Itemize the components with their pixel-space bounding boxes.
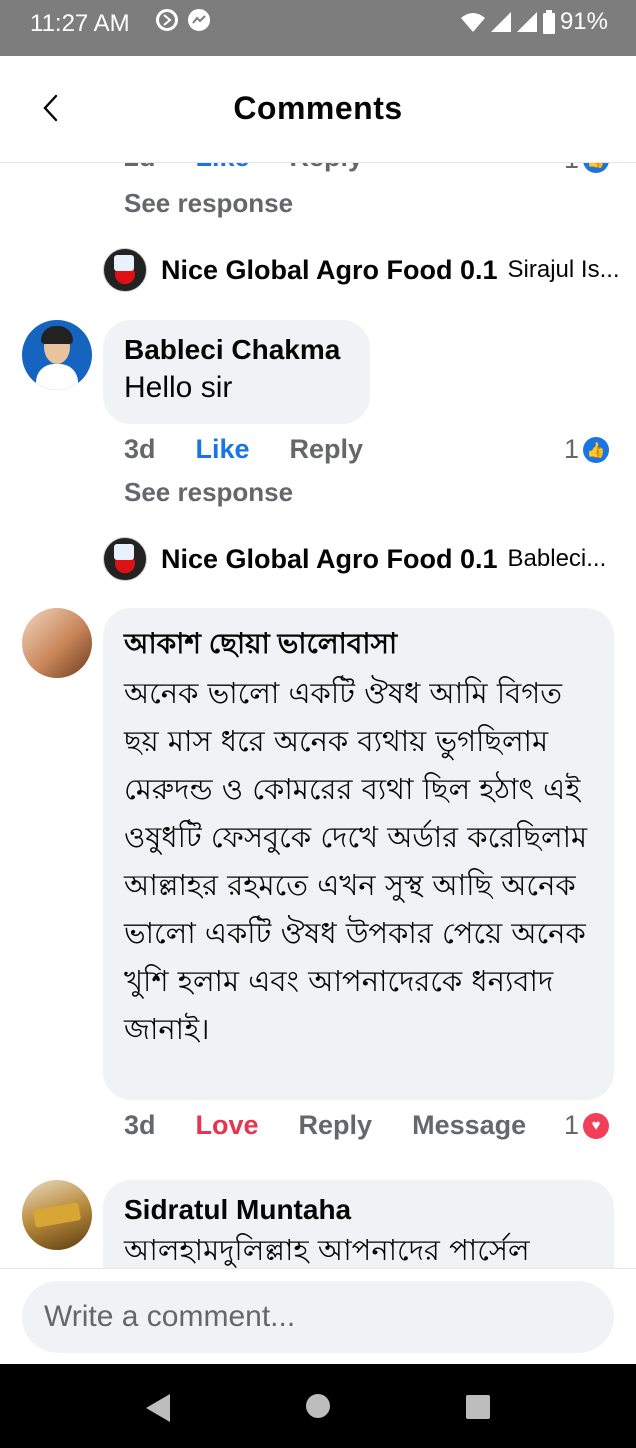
page-avatar	[103, 248, 147, 292]
comment-author[interactable]: আকাশ ছোয়া ভালোবাসা	[124, 622, 592, 669]
recents-square-icon[interactable]	[466, 1395, 490, 1419]
battery-level: 91%	[559, 8, 608, 35]
page-name: Nice Global Agro Food 0.1	[161, 543, 498, 574]
avatar[interactable]	[22, 320, 92, 390]
battery-icon	[542, 10, 555, 34]
avatar[interactable]	[22, 608, 92, 678]
comment-input[interactable]	[22, 1281, 614, 1353]
reaction-count[interactable]: 1 ♥	[564, 1110, 610, 1141]
signal-icon	[516, 12, 537, 32]
back-triangle-icon[interactable]	[146, 1394, 170, 1422]
reaction-count[interactable]: 1 👍	[564, 434, 610, 465]
comment-text: অনেক ভালো একটি ঔষধ আমি বিগত ছয় মাস ধরে …	[124, 676, 588, 1046]
comments-header: Comments	[0, 56, 636, 163]
comment-text: আলহামদুলিল্লাহ আপনাদের পার্সেল	[124, 1233, 530, 1267]
comment-age: 3d	[124, 1110, 156, 1140]
comment-actions: 2d Like Reply	[124, 162, 403, 173]
spotify-icon	[156, 9, 178, 31]
comment-text: Hello sir	[124, 371, 233, 404]
message-button[interactable]: Message	[412, 1110, 526, 1141]
comment-actions: 3d Love Reply Message	[124, 1110, 566, 1141]
comment-actions: 3d Like Reply	[124, 434, 403, 465]
page-avatar	[103, 537, 147, 581]
comment-age: 2d	[124, 162, 156, 173]
comment-author[interactable]: Sidratul Muntaha	[124, 1194, 592, 1226]
reply-button[interactable]: Reply	[290, 162, 364, 173]
thumbs-up-icon: 👍	[583, 162, 610, 173]
comment-bubble[interactable]: Sidratul Muntaha আলহামদুলিল্লাহ আপনাদের …	[103, 1180, 614, 1268]
see-response-link[interactable]: See response	[124, 188, 293, 219]
comment-age: 3d	[124, 434, 156, 464]
thumbs-up-icon: 👍	[583, 436, 610, 463]
comment-bubble[interactable]: আকাশ ছোয়া ভালোবাসা অনেক ভালো একটি ঔষধ আ…	[103, 608, 614, 1100]
status-time: 11:27 AM	[30, 10, 130, 37]
messenger-icon	[188, 9, 210, 31]
comment-author[interactable]: Bableci Chakma	[124, 334, 348, 366]
reply-button[interactable]: Reply	[299, 1110, 373, 1141]
page-reply-preview[interactable]: Nice Global Agro Food 0.1 Bableci...	[103, 537, 606, 581]
page-reply-preview[interactable]: Nice Global Agro Food 0.1 Sirajul Is...	[103, 248, 620, 292]
reply-preview-text: Bableci...	[507, 545, 607, 572]
like-button[interactable]: Like	[196, 162, 250, 173]
heart-icon: ♥	[583, 1112, 610, 1139]
reply-preview-text: Sirajul Is...	[507, 256, 620, 283]
like-button[interactable]: Like	[196, 434, 250, 465]
signal-icon	[490, 12, 511, 32]
reaction-count[interactable]: 1 👍	[564, 162, 610, 175]
avatar[interactable]	[22, 1180, 92, 1250]
comment-composer	[0, 1268, 636, 1365]
status-bar: 11:27 AM 91%	[0, 0, 636, 56]
love-button[interactable]: Love	[196, 1110, 259, 1141]
system-nav-bar	[0, 1364, 636, 1448]
reply-button[interactable]: Reply	[290, 434, 364, 465]
page-name: Nice Global Agro Food 0.1	[161, 254, 498, 285]
see-response-link[interactable]: See response	[124, 477, 293, 508]
page-title: Comments	[233, 90, 403, 126]
wifi-icon	[460, 13, 485, 32]
home-circle-icon[interactable]	[306, 1394, 330, 1418]
comments-feed[interactable]: 2d Like Reply 1 👍 See response Nice Glob…	[0, 162, 636, 1268]
comment-bubble[interactable]: Bableci Chakma Hello sir	[103, 320, 370, 424]
